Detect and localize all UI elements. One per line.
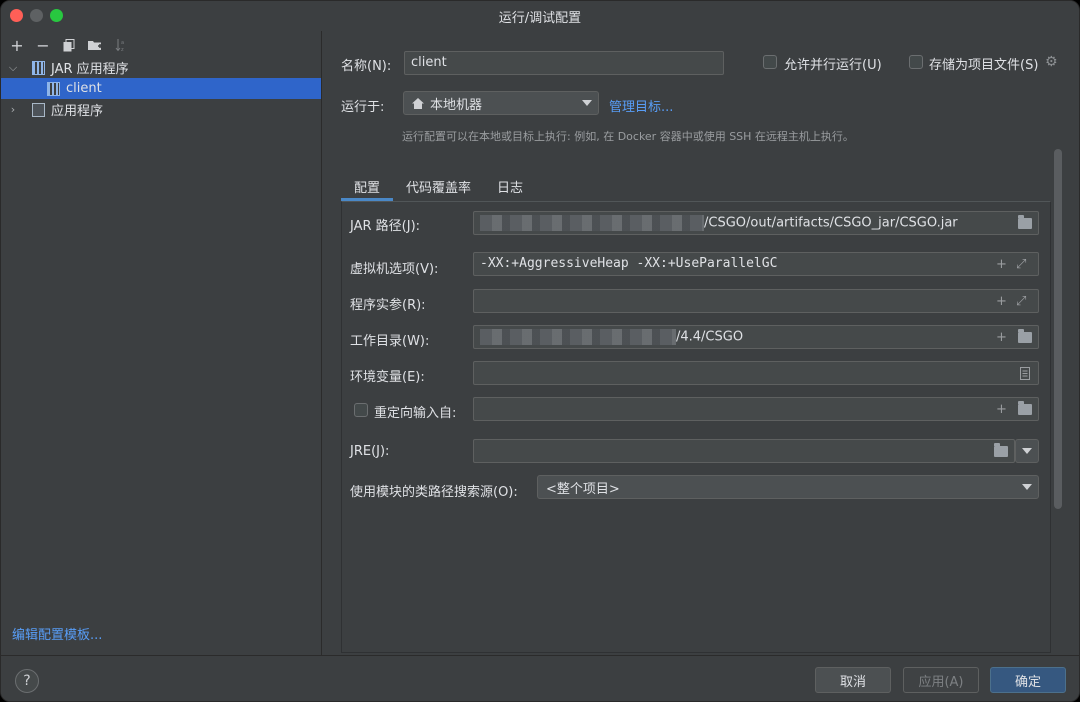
program-args-field[interactable]: + ⤢	[473, 289, 1039, 313]
vm-options-label: 虚拟机选项(V):	[350, 262, 439, 277]
folder-icon[interactable]	[1018, 215, 1032, 229]
env-field[interactable]	[473, 361, 1039, 385]
folder-icon[interactable]	[994, 443, 1008, 457]
jar-path-value: /CSGO/out/artifacts/CSGO_jar/CSGO.jar	[704, 215, 958, 231]
redacted-path	[480, 215, 704, 231]
tree-node-application[interactable]: › 应用程序	[1, 99, 321, 120]
home-icon	[412, 97, 424, 109]
jar-path-label: JAR 路径(J):	[350, 219, 421, 234]
run-on-hint: 运行配置可以在本地或目标上执行: 例如, 在 Docker 容器中或使用 SSH…	[402, 130, 854, 143]
allow-parallel-label[interactable]: 允许并行运行(U)	[784, 54, 882, 73]
module-cp-select[interactable]: <整个项目>	[537, 475, 1039, 499]
redirect-field[interactable]: +	[473, 397, 1039, 421]
add-icon[interactable]: +	[7, 35, 27, 55]
jre-field[interactable]	[473, 439, 1015, 463]
gear-icon[interactable]: ⚙	[1045, 54, 1058, 70]
work-dir-label: 工作目录(W):	[350, 334, 430, 349]
sort-icon[interactable]: az	[111, 35, 131, 55]
window-title: 运行/调试配置	[498, 11, 582, 26]
chevron-right-icon[interactable]: ›	[6, 103, 20, 116]
chevron-down-icon	[582, 100, 592, 106]
vm-options-field[interactable]: -XX:+AggressiveHeap -XX:+UseParallelGC +…	[473, 252, 1039, 276]
config-panel: JAR 路径(J): /CSGO/out/artifacts/CSGO_jar/…	[341, 201, 1051, 653]
module-cp-label: 使用模块的类路径搜索源(O):	[350, 485, 518, 500]
sidebar-toolbar: + − az	[7, 35, 131, 55]
document-icon[interactable]	[1020, 367, 1030, 380]
chevron-down-icon[interactable]: ⌵	[6, 61, 20, 75]
jar-icon	[47, 81, 60, 96]
ok-button[interactable]: 确定	[990, 667, 1066, 693]
folder-add-icon[interactable]	[85, 35, 105, 55]
tree-label: client	[66, 81, 102, 96]
run-on-select[interactable]: 本地机器	[403, 91, 599, 115]
work-dir-value: /4.4/CSGO	[676, 329, 744, 345]
dialog-footer: ? 取消 应用(A) 确定	[1, 655, 1079, 701]
config-sidebar: + − az ⌵ JAR 应用程序 client › 应用程序 编辑配置模板..…	[1, 31, 322, 655]
jar-icon	[32, 60, 45, 75]
help-button[interactable]: ?	[15, 669, 39, 693]
edit-templates-link[interactable]: 编辑配置模板...	[12, 624, 102, 643]
work-dir-field[interactable]: /4.4/CSGO +	[473, 325, 1039, 349]
plus-icon[interactable]: +	[996, 258, 1007, 271]
chevron-down-icon	[1022, 448, 1032, 454]
config-editor: 名称(N): client 允许并行运行(U) 存储为项目文件(S) ⚙ 运行于…	[323, 31, 1079, 655]
run-on-label: 运行于:	[341, 100, 385, 115]
config-tabs: 配置 代码覆盖率 日志	[341, 171, 536, 201]
vm-options-value: -XX:+AggressiveHeap -XX:+UseParallelGC	[480, 256, 778, 271]
tab-config[interactable]: 配置	[341, 171, 394, 201]
tree-label: JAR 应用程序	[51, 62, 129, 77]
store-as-file-checkbox[interactable]	[909, 55, 923, 69]
expand-icon[interactable]: ⤢	[1016, 295, 1026, 308]
run-debug-config-window: 运行/调试配置 + − az ⌵ JAR 应用程序 client › 应用程序 …	[0, 0, 1080, 702]
redacted-path	[480, 329, 676, 345]
name-label: 名称(N):	[341, 59, 392, 74]
apply-button[interactable]: 应用(A)	[903, 667, 979, 693]
svg-text:z: z	[121, 47, 124, 52]
titlebar: 运行/调试配置	[1, 1, 1079, 31]
name-field[interactable]: client	[404, 51, 724, 75]
plus-icon[interactable]: +	[996, 295, 1007, 308]
jar-path-field[interactable]: /CSGO/out/artifacts/CSGO_jar/CSGO.jar	[473, 211, 1039, 235]
env-label: 环境变量(E):	[350, 370, 425, 385]
expand-icon[interactable]: ⤢	[1016, 258, 1026, 271]
folder-icon[interactable]	[1018, 401, 1032, 415]
jre-dropdown-button[interactable]	[1015, 439, 1039, 463]
plus-icon[interactable]: +	[996, 331, 1007, 344]
chevron-down-icon	[1022, 484, 1032, 490]
module-cp-value: <整个项目>	[546, 481, 620, 497]
copy-icon[interactable]	[59, 35, 79, 55]
tab-logs[interactable]: 日志	[484, 171, 536, 201]
run-on-value: 本地机器	[430, 97, 483, 113]
scrollbar[interactable]	[1054, 149, 1062, 509]
tab-coverage[interactable]: 代码覆盖率	[393, 171, 484, 201]
tree-node-client[interactable]: client	[1, 78, 321, 99]
plus-icon[interactable]: +	[996, 403, 1007, 416]
config-tree: ⌵ JAR 应用程序 client › 应用程序	[1, 57, 321, 120]
redirect-input-checkbox[interactable]	[354, 403, 368, 417]
app-icon	[32, 102, 45, 117]
cancel-button[interactable]: 取消	[815, 667, 891, 693]
folder-icon[interactable]	[1018, 329, 1032, 343]
remove-icon[interactable]: −	[33, 35, 53, 55]
program-args-label: 程序实参(R):	[350, 298, 426, 313]
tree-node-jar-app[interactable]: ⌵ JAR 应用程序	[1, 57, 321, 78]
jre-label: JRE(J):	[350, 444, 390, 459]
svg-text:a: a	[121, 40, 124, 46]
allow-parallel-checkbox[interactable]	[763, 55, 777, 69]
tree-label: 应用程序	[51, 104, 104, 119]
store-as-file-label[interactable]: 存储为项目文件(S)	[929, 54, 1038, 73]
redirect-label[interactable]: 重定向输入自:	[374, 402, 456, 421]
manage-targets-link[interactable]: 管理目标...	[609, 96, 673, 115]
